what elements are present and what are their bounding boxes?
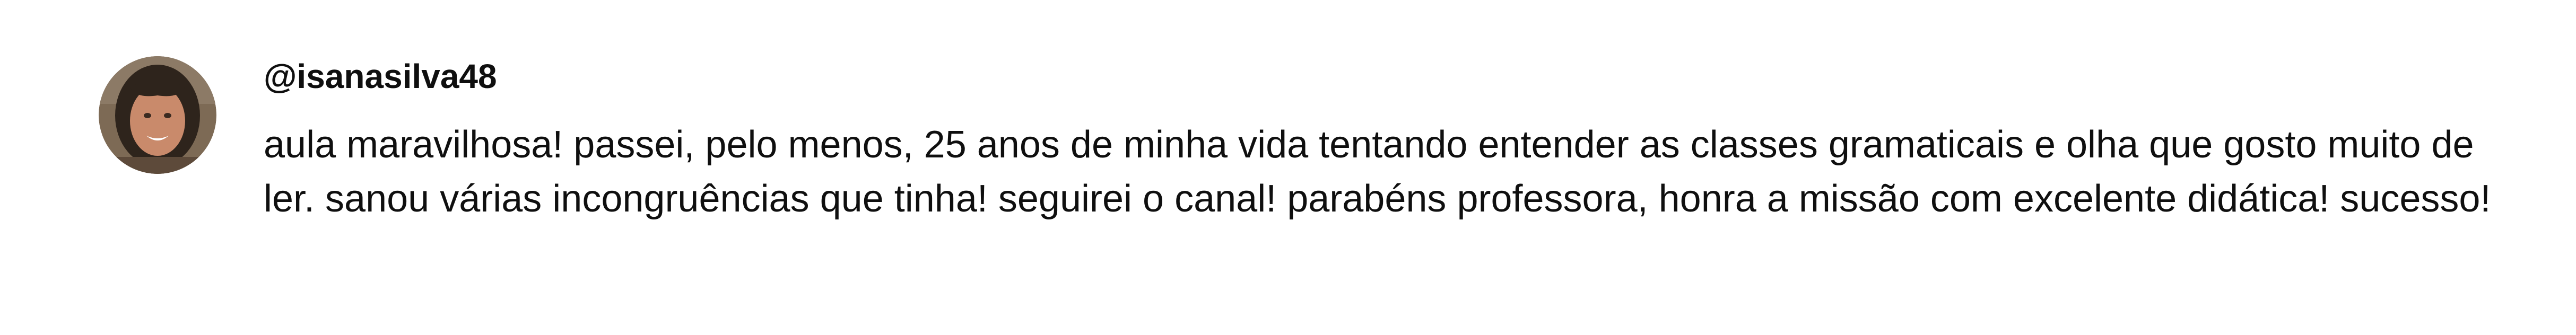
comment-author[interactable]: @isanasilva48	[264, 55, 497, 98]
comment-item: @isanasilva48 aula maravilhosa! passei, …	[0, 0, 2576, 335]
avatar[interactable]	[99, 56, 216, 174]
comment-text: aula maravilhosa! passei, pelo menos, 25…	[264, 124, 2491, 220]
